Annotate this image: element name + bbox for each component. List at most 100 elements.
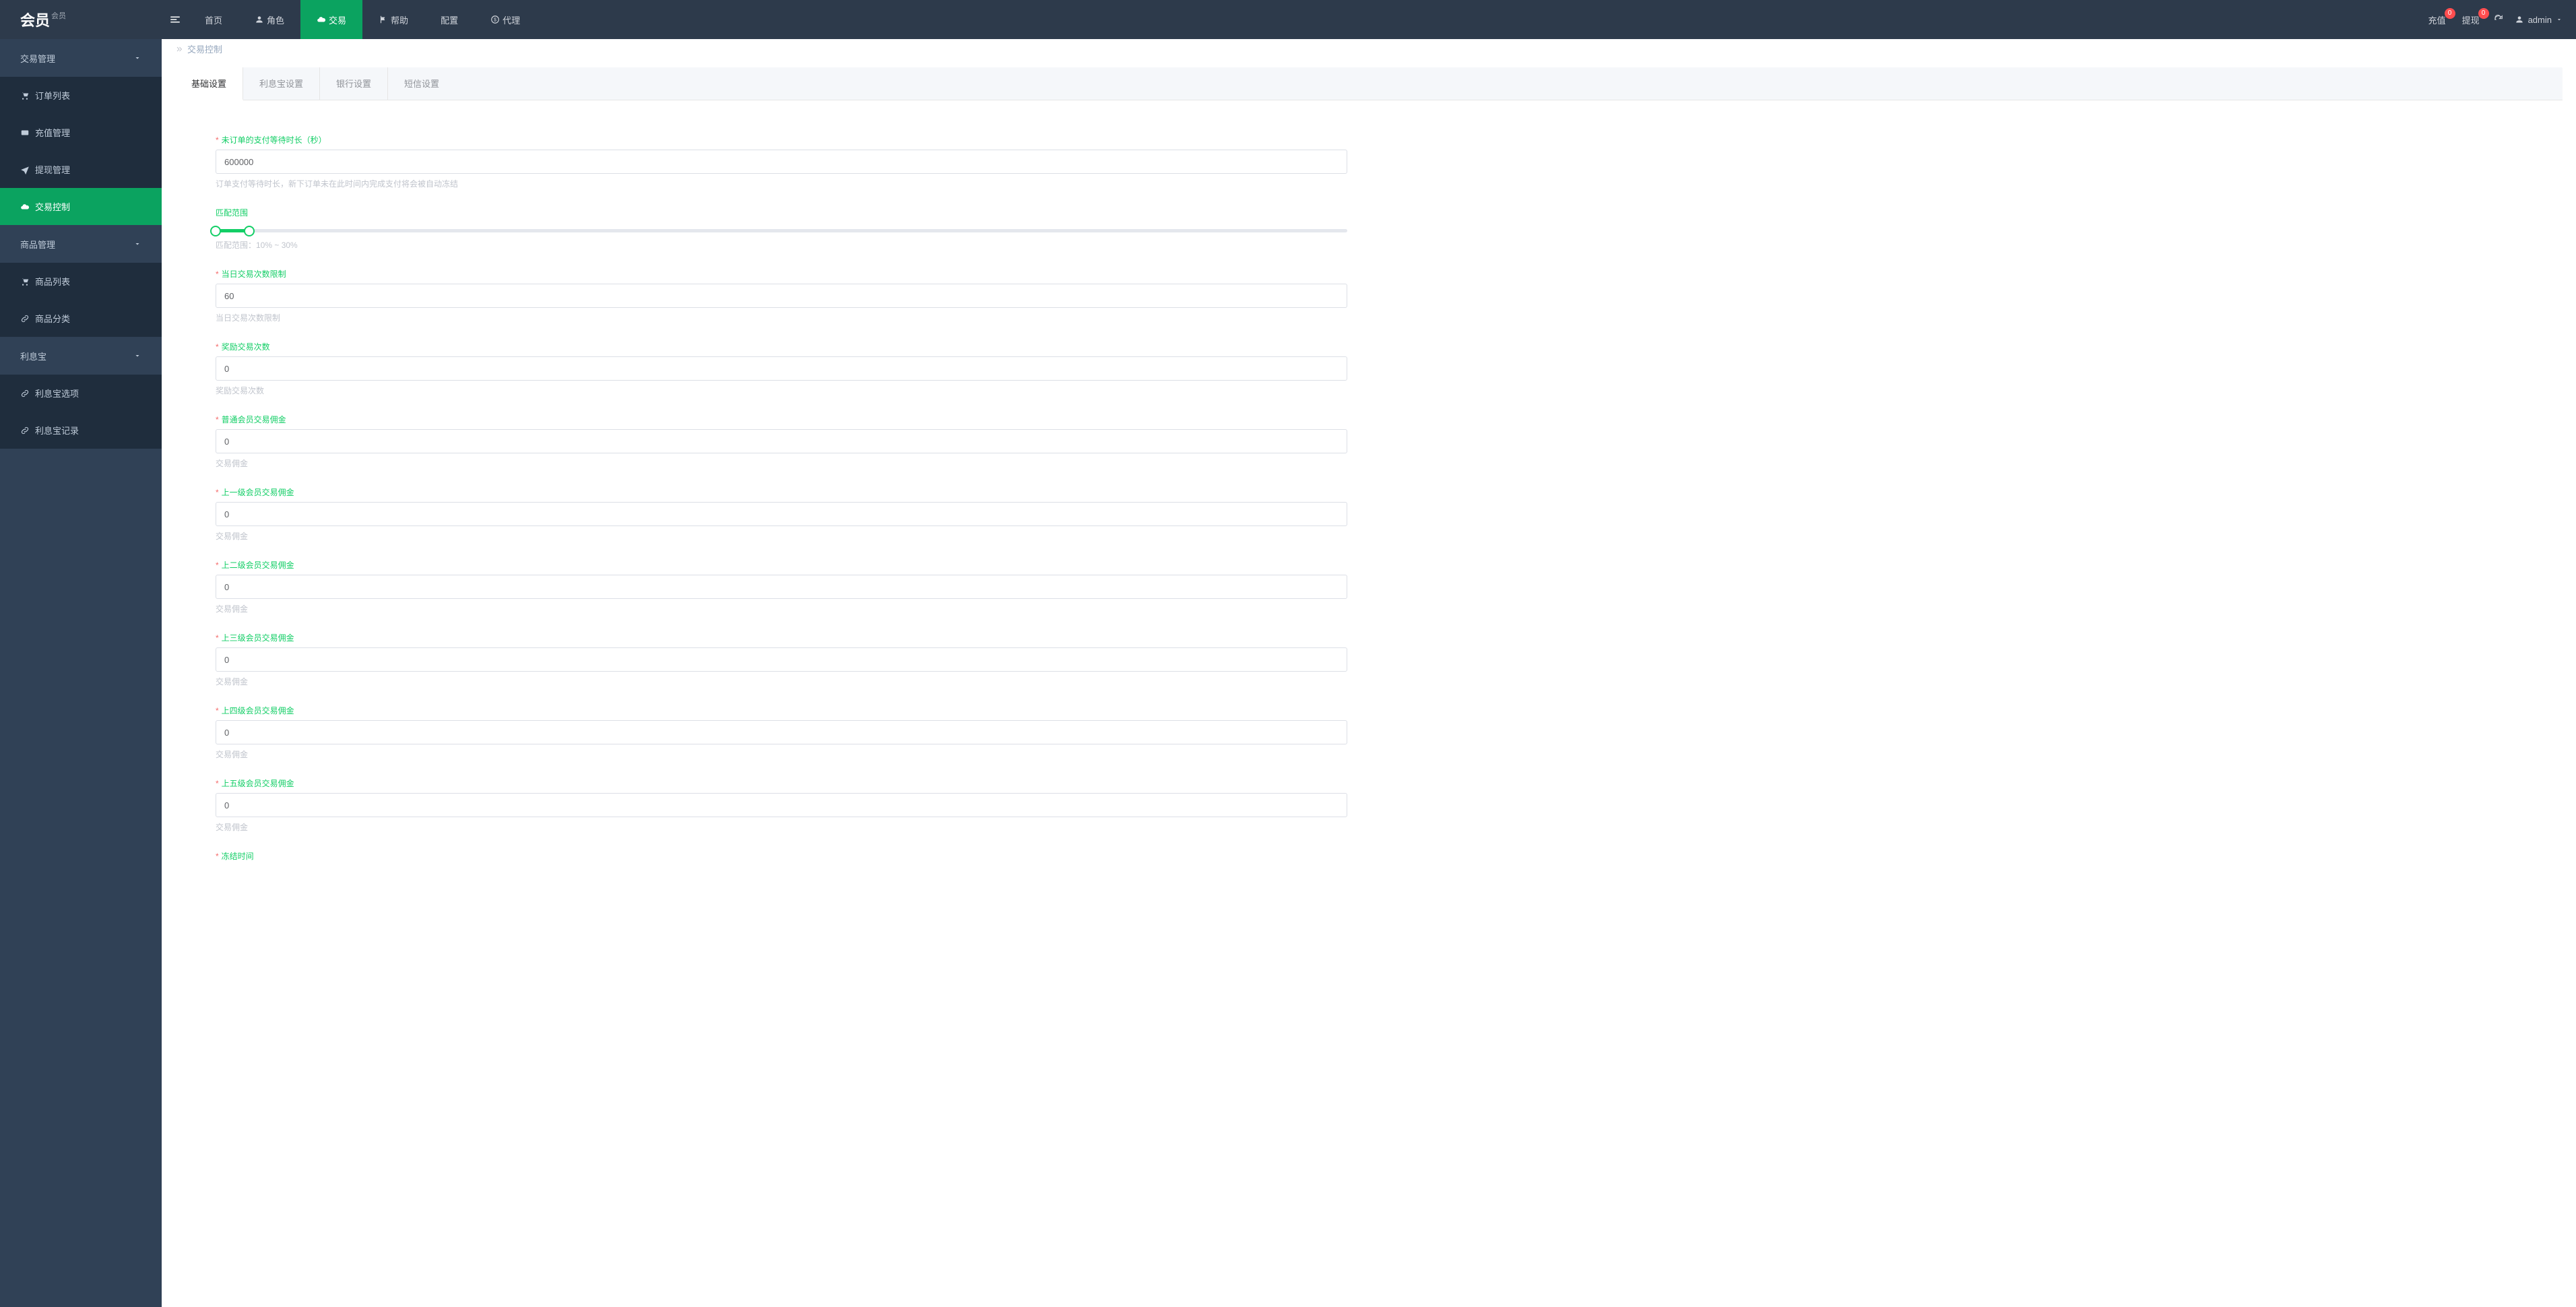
slider-handle-min[interactable] — [210, 226, 221, 236]
link-icon — [20, 314, 30, 323]
sidebar-item-withdraw-label: 提现管理 — [35, 163, 70, 176]
topnav-config[interactable]: 配置 — [424, 0, 474, 39]
field-daily-limit-input[interactable] — [216, 284, 1347, 308]
topnav-config-label: 配置 — [441, 13, 458, 26]
field-daily-limit-help: 当日交易次数限制 — [216, 312, 1347, 323]
sidebar-group-goods[interactable]: 商品管理 — [0, 225, 162, 263]
sidebar-item-goods-cat-label: 商品分类 — [35, 312, 70, 325]
send-icon — [20, 165, 30, 174]
cloud-icon — [20, 202, 30, 212]
field-lvl5-commission-help: 交易佣金 — [216, 821, 1347, 833]
topnav-trade[interactable]: 交易 — [300, 0, 362, 39]
field-wait-time-input[interactable] — [216, 150, 1347, 174]
tab-basic[interactable]: 基础设置 — [175, 67, 243, 100]
hamburger-icon — [169, 13, 181, 26]
sidebar-item-goods-list[interactable]: 商品列表 — [0, 263, 162, 300]
sidebar-item-recharge-label: 充值管理 — [35, 126, 70, 139]
topnav-help-label: 帮助 — [391, 13, 408, 26]
topnav-home-label: 首页 — [205, 13, 222, 26]
slider-handle-max[interactable] — [244, 226, 255, 236]
sidebar-item-lxb-option-label: 利息宝选项 — [35, 387, 79, 400]
sidebar-item-goods-cat[interactable]: 商品分类 — [0, 300, 162, 337]
field-lvl4-commission: *上四级会员交易佣金 交易佣金 — [216, 705, 1347, 760]
topnav-help[interactable]: 帮助 — [362, 0, 424, 39]
sidebar-item-trade-control[interactable]: 交易控制 — [0, 188, 162, 225]
logo-main: 会员 — [20, 9, 50, 30]
field-freeze-time: *冻结时间 — [216, 850, 1347, 862]
top-right: 充值 0 提现 0 admin — [2426, 0, 2576, 39]
field-wait-time-help: 订单支付等待时长，新下订单未在此时间内完成支付将会被自动冻结 — [216, 178, 1347, 189]
field-reward-count-input[interactable] — [216, 356, 1347, 381]
topnav-trade-label: 交易 — [329, 13, 346, 26]
tab-bank[interactable]: 银行设置 — [320, 67, 388, 100]
field-lvl4-commission-label: *上四级会员交易佣金 — [216, 705, 1347, 716]
sidebar-item-orders-label: 订单列表 — [35, 89, 70, 102]
chevron-down-icon — [2556, 16, 2563, 23]
recharge-link[interactable]: 充值 0 — [2426, 9, 2449, 30]
field-normal-commission-help: 交易佣金 — [216, 457, 1347, 469]
tab-sms[interactable]: 短信设置 — [388, 67, 455, 100]
field-freeze-time-label: *冻结时间 — [216, 850, 1347, 862]
chevron-down-icon — [133, 54, 141, 62]
topnav-role-label: 角色 — [267, 13, 284, 26]
field-lvl5-commission-input[interactable] — [216, 793, 1347, 817]
tab-lixibao[interactable]: 利息宝设置 — [243, 67, 320, 100]
logo: 会员 会员 — [0, 0, 162, 39]
field-lvl1-commission-input[interactable] — [216, 502, 1347, 526]
withdraw-label: 提现 — [2462, 15, 2480, 26]
card: 基础设置 利息宝设置 银行设置 短信设置 *未订单的支付等待时长（秒） 订单支付… — [175, 67, 2563, 913]
user-menu[interactable]: admin — [2515, 15, 2563, 25]
cart-icon — [20, 277, 30, 286]
topnav-agent[interactable]: $ 代理 — [474, 0, 536, 39]
field-normal-commission: *普通会员交易佣金 交易佣金 — [216, 414, 1347, 469]
field-lvl1-commission-help: 交易佣金 — [216, 530, 1347, 542]
sidebar-item-trade-control-label: 交易控制 — [35, 200, 70, 213]
topnav-agent-label: 代理 — [503, 13, 520, 26]
field-daily-limit: *当日交易次数限制 当日交易次数限制 — [216, 268, 1347, 323]
topnav-role[interactable]: 角色 — [238, 0, 300, 39]
field-lvl5-commission-label: *上五级会员交易佣金 — [216, 777, 1347, 789]
field-lvl2-commission: *上二级会员交易佣金 交易佣金 — [216, 559, 1347, 614]
field-normal-commission-input[interactable] — [216, 429, 1347, 453]
withdraw-badge: 0 — [2478, 8, 2489, 19]
field-lvl2-commission-input[interactable] — [216, 575, 1347, 599]
hamburger-toggle[interactable] — [162, 0, 189, 39]
sidebar-item-orders[interactable]: 订单列表 — [0, 77, 162, 114]
withdraw-link[interactable]: 提现 0 — [2459, 9, 2482, 30]
slider-track — [216, 229, 1347, 232]
field-lvl1-commission-label: *上一级会员交易佣金 — [216, 486, 1347, 498]
field-reward-count-label: *奖励交易次数 — [216, 341, 1347, 352]
field-lvl4-commission-help: 交易佣金 — [216, 748, 1347, 760]
sidebar-group-trade[interactable]: 交易管理 — [0, 39, 162, 77]
field-reward-count-help: 奖励交易次数 — [216, 385, 1347, 396]
field-lvl1-commission: *上一级会员交易佣金 交易佣金 — [216, 486, 1347, 542]
field-reward-count: *奖励交易次数 奖励交易次数 — [216, 341, 1347, 396]
link-icon — [20, 426, 30, 435]
field-lvl3-commission-label: *上三级会员交易佣金 — [216, 632, 1347, 643]
field-lvl2-commission-label: *上二级会员交易佣金 — [216, 559, 1347, 571]
recharge-label: 充值 — [2428, 15, 2446, 26]
field-match-range-help: 匹配范围：10% ~ 30% — [216, 239, 1347, 251]
range-slider[interactable] — [216, 222, 1347, 235]
field-lvl4-commission-input[interactable] — [216, 720, 1347, 744]
field-match-range-label: 匹配范围 — [216, 207, 1347, 218]
dollar-icon: $ — [490, 15, 500, 24]
refresh-button[interactable] — [2493, 14, 2504, 25]
double-chevron-icon — [175, 45, 183, 53]
field-lvl3-commission-help: 交易佣金 — [216, 676, 1347, 687]
sidebar-item-lxb-option[interactable]: 利息宝选项 — [0, 375, 162, 412]
tabs: 基础设置 利息宝设置 银行设置 短信设置 — [175, 67, 2563, 100]
sidebar-item-lxb-record[interactable]: 利息宝记录 — [0, 412, 162, 449]
chevron-down-icon — [133, 240, 141, 248]
sidebar-group-lixibao[interactable]: 利息宝 — [0, 337, 162, 375]
topnav-home[interactable]: 首页 — [189, 0, 238, 39]
sidebar-item-recharge[interactable]: 充值管理 — [0, 114, 162, 151]
svg-text:$: $ — [494, 18, 496, 22]
user-avatar-icon — [2515, 15, 2524, 24]
field-lvl3-commission: *上三级会员交易佣金 交易佣金 — [216, 632, 1347, 687]
sidebar-item-goods-list-label: 商品列表 — [35, 275, 70, 288]
sidebar-item-lxb-record-label: 利息宝记录 — [35, 424, 79, 437]
user-icon — [255, 15, 264, 24]
sidebar-item-withdraw[interactable]: 提现管理 — [0, 151, 162, 188]
field-lvl3-commission-input[interactable] — [216, 647, 1347, 672]
